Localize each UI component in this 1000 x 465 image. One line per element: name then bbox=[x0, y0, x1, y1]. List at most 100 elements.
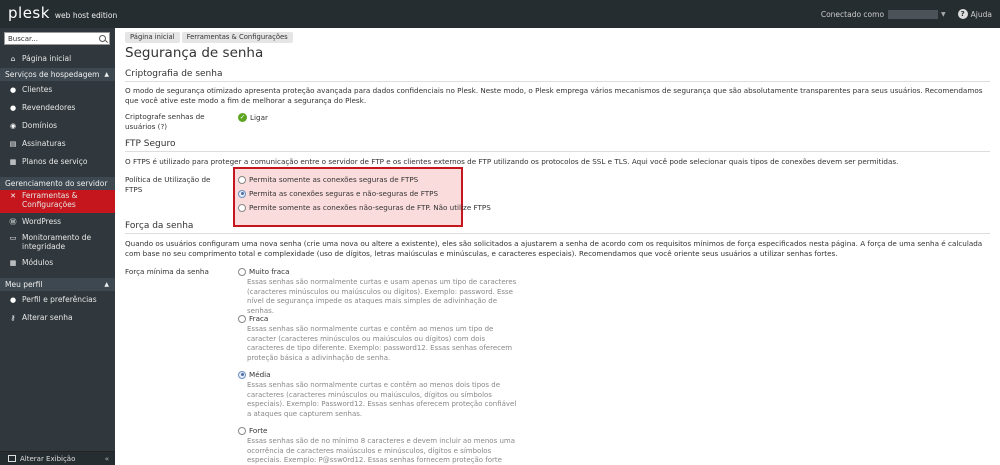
home-icon: ⌂ bbox=[10, 55, 16, 63]
option-label: Forte bbox=[249, 426, 268, 435]
section-title: Meu perfil bbox=[5, 280, 43, 289]
sidebar-nav: ⌂ Página inicial Serviços de hospedagem … bbox=[0, 50, 115, 327]
sidebar-item-change-password[interactable]: ⚷ Alterar senha bbox=[0, 309, 115, 327]
sidebar-item-domains[interactable]: ◉ Domínios bbox=[0, 117, 115, 135]
strength-option-weak[interactable]: Fraca bbox=[238, 314, 268, 323]
sidebar-item-modules[interactable]: ▦ Módulos bbox=[0, 254, 115, 272]
collapse-icon[interactable]: « bbox=[105, 455, 109, 463]
option-description: Essas senhas são normalmente curtas e co… bbox=[247, 381, 517, 418]
strength-option-medium[interactable]: Média bbox=[238, 370, 271, 379]
sidebar-item-profile[interactable]: ● Perfil e preferências bbox=[0, 291, 115, 309]
sidebar-item-health-monitoring[interactable]: ▭ Monitoramento de integridade bbox=[0, 231, 115, 254]
sidebar-section-hosting[interactable]: Serviços de hospedagem ▲ bbox=[0, 68, 115, 81]
strength-option-strong[interactable]: Forte bbox=[238, 426, 267, 435]
sidebar-item-label: Planos de serviço bbox=[22, 156, 88, 166]
option-label: Fraca bbox=[249, 314, 269, 323]
radio-button[interactable] bbox=[238, 203, 246, 212]
option-label: Permita as conexões seguras e não-segura… bbox=[249, 189, 439, 198]
sidebar-section-server[interactable]: Gerenciamento do servidor bbox=[0, 177, 115, 190]
view-icon bbox=[8, 455, 16, 462]
sidebar-item-label: Módulos bbox=[22, 257, 54, 267]
radio-button[interactable] bbox=[238, 314, 246, 323]
top-right-menu: Conectado como ▼ ? Ajuda bbox=[821, 9, 992, 19]
sidebar-item-tools-settings[interactable]: ✕ Ferramentas & Configurações bbox=[0, 190, 115, 213]
breadcrumb: Página inicial Ferramentas & Configuraçõ… bbox=[125, 32, 295, 43]
sidebar-item-wordpress[interactable]: Ⓦ WordPress bbox=[0, 213, 115, 231]
sidebar-item-label: WordPress bbox=[22, 216, 62, 226]
option-description: Essas senhas são normalmente curtas e us… bbox=[247, 278, 517, 315]
globe-icon: ◉ bbox=[9, 122, 17, 130]
strength-label: Força mínima da senha bbox=[125, 267, 209, 276]
sidebar-item-label: Ferramentas & Configurações bbox=[22, 191, 78, 209]
sidebar-item-service-plans[interactable]: ▦ Planos de serviço bbox=[0, 153, 115, 171]
encryption-label: Criptografe senhas de usuários (?) bbox=[125, 112, 205, 131]
sidebar-item-label: Alterar senha bbox=[22, 312, 73, 322]
tools-icon: ✕ bbox=[10, 192, 16, 200]
radio-button-selected[interactable] bbox=[238, 189, 246, 198]
page-title: Segurança de senha bbox=[125, 45, 264, 61]
radio-button[interactable] bbox=[238, 267, 246, 276]
sidebar-item-label: Domínios bbox=[22, 120, 58, 130]
help-icon[interactable]: ? bbox=[957, 9, 968, 19]
encryption-status: Ligar bbox=[250, 113, 268, 122]
sidebar-item-label: Monitoramento de integridade bbox=[22, 233, 92, 251]
search-icon[interactable] bbox=[99, 35, 106, 42]
section-title: Serviços de hospedagem bbox=[5, 70, 100, 79]
ftp-option-insecure-only[interactable]: Permite somente as conexões não-seguras … bbox=[238, 203, 491, 212]
sidebar-item-label: Revendedores bbox=[22, 102, 76, 112]
sidebar: ⌂ Página inicial Serviços de hospedagem … bbox=[0, 28, 115, 465]
ftp-option-secure-and-insecure[interactable]: Permita as conexões seguras e não-segura… bbox=[238, 189, 438, 198]
strength-option-very-weak[interactable]: Muito fraca bbox=[238, 267, 290, 276]
logo-edition: web host edition bbox=[54, 11, 118, 20]
chevron-up-icon: ▲ bbox=[104, 71, 109, 78]
search-input[interactable] bbox=[5, 33, 95, 44]
breadcrumb-home[interactable]: Página inicial bbox=[125, 32, 180, 43]
sidebar-section-profile[interactable]: Meu perfil ▲ bbox=[0, 278, 115, 291]
sidebar-item-home[interactable]: ⌂ Página inicial bbox=[0, 50, 115, 68]
option-description: Essas senhas são normalmente curtas e co… bbox=[247, 325, 513, 362]
top-bar: plesk web host edition Conectado como ▼ … bbox=[0, 0, 1000, 28]
sidebar-item-label: Clientes bbox=[22, 84, 53, 94]
radio-button[interactable] bbox=[238, 175, 246, 184]
radio-button[interactable] bbox=[238, 426, 246, 435]
modules-icon: ▦ bbox=[9, 259, 17, 267]
resellers-icon: ● bbox=[9, 104, 17, 112]
user-name[interactable] bbox=[888, 9, 939, 19]
wordpress-icon: Ⓦ bbox=[9, 218, 17, 226]
chevron-down-icon[interactable]: ▼ bbox=[941, 11, 946, 18]
check-icon: ✓ bbox=[238, 113, 247, 122]
sidebar-item-subscriptions[interactable]: ▤ Assinaturas bbox=[0, 135, 115, 153]
option-label: Permite somente as conexões não-seguras … bbox=[249, 203, 491, 212]
key-icon: ⚷ bbox=[10, 314, 16, 322]
option-description: Essas senhas são de no mínimo 8 caracter… bbox=[247, 437, 515, 465]
strength-description: Quando os usuários configuram uma nova s… bbox=[125, 239, 983, 258]
sidebar-item-customers[interactable]: ● Clientes bbox=[0, 81, 115, 99]
logo-text: plesk bbox=[8, 4, 50, 22]
sidebar-item-resellers[interactable]: ● Revendedores bbox=[0, 99, 115, 117]
option-label: Permita somente as conexões seguras de F… bbox=[249, 175, 419, 184]
radio-button-selected[interactable] bbox=[238, 370, 246, 379]
breadcrumb-tools[interactable]: Ferramentas & Configurações bbox=[181, 32, 293, 43]
profile-icon: ● bbox=[9, 296, 17, 304]
change-view-button[interactable]: Alterar Exibição « bbox=[0, 451, 115, 465]
option-label: Média bbox=[249, 370, 271, 379]
ftp-option-secure-only[interactable]: Permita somente as conexões seguras de F… bbox=[238, 175, 418, 184]
help-link[interactable]: Ajuda bbox=[971, 10, 992, 19]
subscriptions-icon: ▤ bbox=[9, 140, 17, 148]
encryption-description: O modo de segurança otimizado apresenta … bbox=[125, 86, 983, 105]
section-title: Gerenciamento do servidor bbox=[5, 179, 108, 188]
monitor-icon: ▭ bbox=[9, 234, 17, 242]
encryption-value[interactable]: ✓ Ligar bbox=[238, 113, 268, 122]
sidebar-item-label: Assinaturas bbox=[22, 138, 66, 148]
ftp-policy-label: Política de Utilização de FTPS bbox=[125, 175, 211, 194]
sidebar-item-label: Página inicial bbox=[22, 53, 72, 63]
chevron-up-icon: ▲ bbox=[104, 281, 109, 288]
section-encryption-title: Criptografia de senha bbox=[125, 69, 990, 82]
plesk-logo[interactable]: plesk web host edition bbox=[8, 4, 117, 22]
plans-icon: ▦ bbox=[9, 158, 17, 166]
main-content: Página inicial Ferramentas & Configuraçõ… bbox=[115, 28, 1000, 465]
user-icon: ● bbox=[9, 86, 17, 94]
section-strength-title: Força da senha bbox=[125, 221, 990, 234]
ftp-description: O FTPS é utilizado para proteger a comun… bbox=[125, 157, 899, 166]
search-box bbox=[4, 32, 110, 45]
